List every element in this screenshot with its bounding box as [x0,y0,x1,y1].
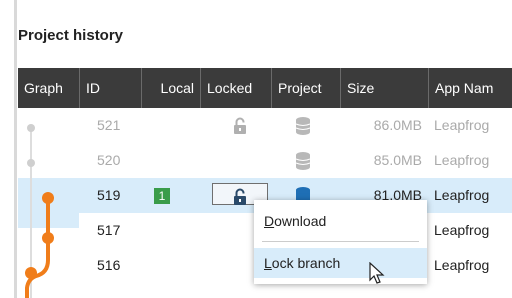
column-header-local[interactable]: Local [142,68,201,108]
row-size: 86.0MB [373,117,422,133]
menu-item-label: ownload [274,213,327,229]
row-app-name: Leapfrog [434,257,490,273]
commit-node [27,124,35,132]
panel-title: Project history [18,27,124,44]
menu-separator [262,241,419,242]
table-row[interactable]: 520 85.0MB Leapfrog [18,143,512,178]
row-app-name: Leapfrog [434,152,490,168]
menu-item-label: ock branch [271,255,341,271]
row-size: 85.0MB [373,152,422,168]
mouse-pointer-icon [369,262,385,284]
row-id: 516 [97,257,121,273]
menu-item-download[interactable]: Download [254,206,427,236]
padlock-open-icon [234,117,246,134]
padlock-open-icon [234,188,246,205]
row-id: 517 [97,222,121,238]
commit-node-active [42,232,54,244]
commit-node-active [25,267,37,279]
database-icon [295,152,311,170]
row-app-name: Leapfrog [434,117,490,133]
branch-graph [18,124,79,298]
row-app-name: Leapfrog [434,222,490,238]
row-id: 519 [97,187,121,203]
row-id: 521 [97,117,121,133]
project-cell [284,143,322,178]
commit-node-active [42,192,54,204]
context-menu: Download Lock branch [254,200,427,284]
column-header-app-name[interactable]: App Nam [429,68,512,108]
menu-mnemonic: L [264,255,272,271]
grid-header: Graph ID Local Locked Project Size App N… [18,68,512,108]
row-id: 520 [97,152,121,168]
column-header-locked[interactable]: Locked [201,68,272,108]
project-cell [284,108,322,143]
column-header-project[interactable]: Project [272,68,341,108]
table-row[interactable]: 521 86.0MB Leapfrog [18,108,512,143]
menu-mnemonic: D [264,213,275,229]
commit-node [27,159,35,167]
column-header-graph[interactable]: Graph [18,68,80,108]
menu-item-lock-branch[interactable]: Lock branch [254,248,427,278]
column-header-size[interactable]: Size [341,68,429,108]
lock-cell[interactable] [210,108,270,143]
column-header-id[interactable]: ID [80,68,142,108]
local-cell: 1 [152,178,192,213]
database-icon [295,117,311,135]
local-badge: 1 [154,188,170,204]
row-app-name: Leapfrog [434,187,490,203]
